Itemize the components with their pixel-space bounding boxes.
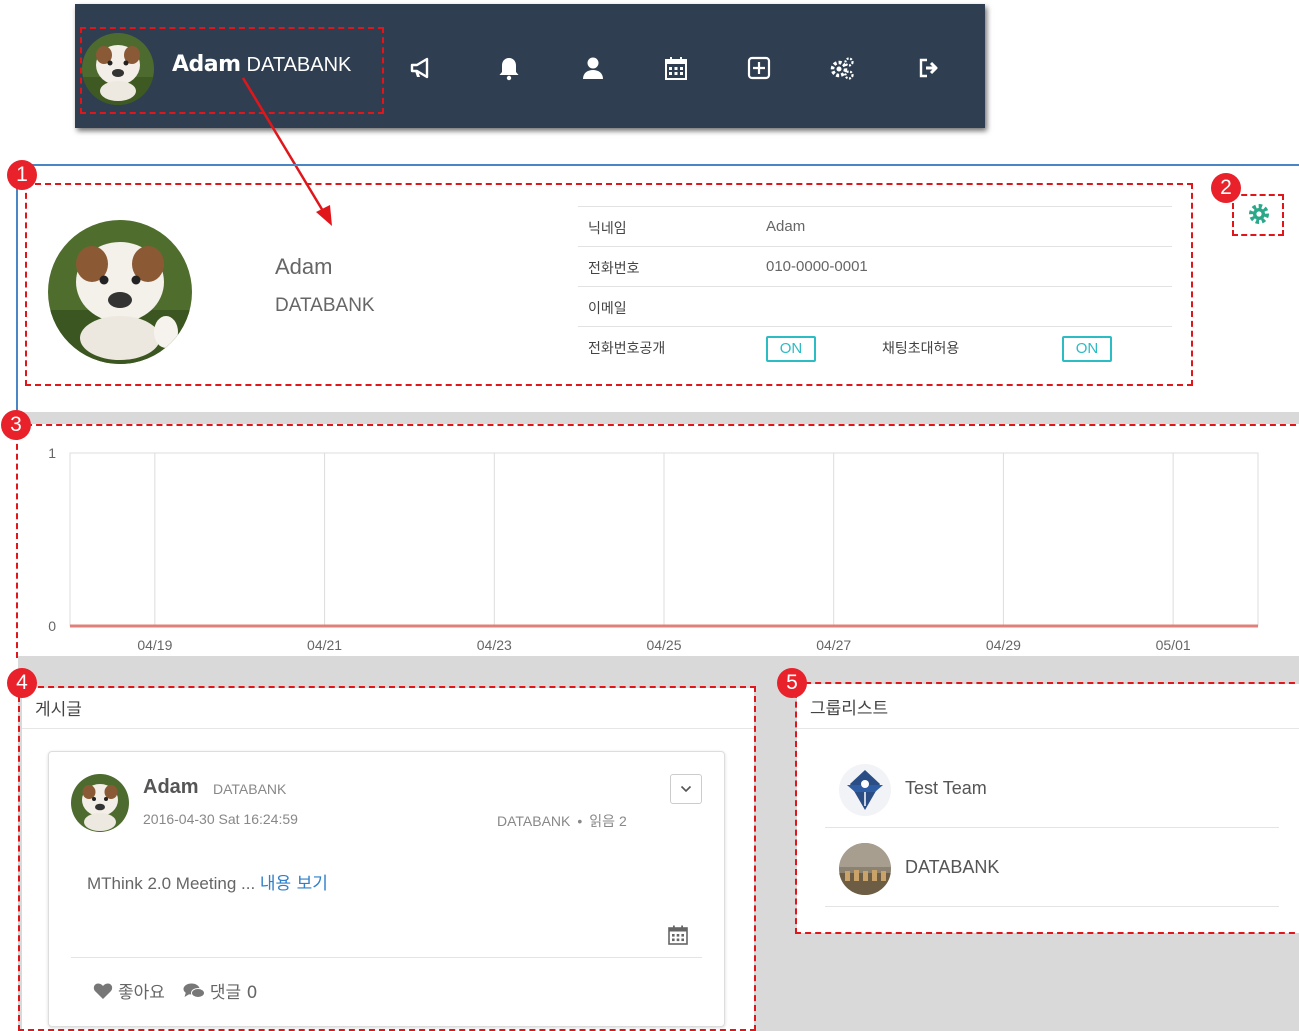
chat-invite-toggle[interactable]: ON	[1062, 336, 1112, 362]
annotation-badge-2: 2	[1211, 173, 1241, 203]
team-logo-icon	[839, 764, 891, 816]
like-button[interactable]: 좋아요	[93, 978, 165, 1003]
y-tick-label: 1	[48, 445, 56, 461]
post-options-button[interactable]	[670, 774, 702, 804]
post-date: 2016-04-30 Sat 16:24:59	[143, 811, 298, 827]
post-meta: DATABANK • 읽음 2	[497, 811, 627, 831]
comment-icon	[183, 983, 205, 998]
activity-chart-svg: 04/19 04/21 04/23 04/25 04/27 04/29 05/01 0 1	[48, 445, 1259, 653]
post-read-count: 읽음 2	[589, 813, 627, 829]
calendar-icon[interactable]	[667, 924, 689, 946]
post-author-org: DATABANK	[213, 781, 287, 797]
post-divider	[71, 957, 702, 958]
read-more-link[interactable]: 내용 보기	[260, 874, 328, 894]
group-item[interactable]: Test Team	[825, 750, 1279, 828]
phone-label: 전화번호	[588, 261, 640, 277]
annotation-badge-1: 1	[7, 160, 37, 190]
group-name: Test Team	[905, 778, 987, 798]
section-divider	[18, 412, 1299, 424]
x-tick-label: 04/21	[307, 637, 342, 653]
like-label: 좋아요	[118, 983, 165, 1003]
posts-panel-title: 게시글	[35, 700, 82, 720]
phone-public-label: 전화번호공개	[588, 341, 666, 357]
gear-icon	[1249, 204, 1269, 224]
info-row-phone: 전화번호 010-0000-0001	[578, 247, 1172, 287]
x-tick-label: 05/01	[1156, 637, 1191, 653]
annotation-badge-3: 3	[1, 410, 31, 440]
y-tick-label: 0	[48, 618, 56, 634]
frame-border-left	[16, 164, 18, 414]
meta-separator-dot: •	[577, 813, 583, 829]
frame-border-top	[16, 164, 1299, 166]
post-author-avatar[interactable]	[71, 774, 129, 832]
phone-value: 010-0000-0001	[766, 258, 868, 275]
post-author-name[interactable]: Adam	[143, 776, 199, 799]
profile-name: Adam	[275, 254, 333, 279]
nickname-value: Adam	[766, 218, 806, 235]
post-group: DATABANK	[497, 813, 571, 829]
group-name: DATABANK	[905, 857, 1000, 877]
nickname-label: 닉네임	[588, 221, 627, 237]
post-body: MThink 2.0 Meeting ... 내용 보기	[87, 869, 328, 894]
info-row-toggles: 전화번호공개 ON 채팅초대허용 ON	[578, 327, 1172, 367]
x-tick-label: 04/27	[816, 637, 851, 653]
group-photo-icon	[839, 843, 891, 895]
settings-gear-button[interactable]	[1245, 200, 1273, 228]
info-row-nickname: 닉네임 Adam	[578, 207, 1172, 247]
post-card: Adam DATABANK 2016-04-30 Sat 16:24:59 DA…	[48, 751, 725, 1027]
annotation-badge-4: 4	[7, 668, 37, 698]
group-item[interactable]: DATABANK	[825, 829, 1279, 907]
post-actions: 좋아요 댓글 0	[93, 978, 275, 1003]
groups-panel-divider	[797, 728, 1299, 729]
chevron-down-icon	[680, 785, 692, 793]
profile-org: DATABANK	[275, 295, 375, 316]
phone-public-toggle[interactable]: ON	[766, 336, 816, 362]
profile-avatar[interactable]	[48, 220, 192, 364]
info-row-email: 이메일	[578, 287, 1172, 327]
heart-icon	[93, 982, 113, 999]
activity-chart: 04/19 04/21 04/23 04/25 04/27 04/29 05/01 0 1	[18, 424, 1299, 656]
post-body-text: MThink 2.0 Meeting ...	[87, 874, 260, 893]
comment-count: 댓글 0	[209, 983, 258, 1003]
x-tick-label: 04/19	[137, 637, 172, 653]
groups-panel-title: 그룹리스트	[810, 699, 889, 719]
profile-info-table: 닉네임 Adam 전화번호 010-0000-0001 이메일 전화번호공개 O…	[578, 206, 1172, 367]
annotation-badge-5: 5	[777, 668, 807, 698]
x-tick-label: 04/25	[646, 637, 681, 653]
x-tick-label: 04/29	[986, 637, 1021, 653]
posts-panel-divider	[22, 728, 754, 729]
email-label: 이메일	[588, 301, 627, 317]
chat-invite-label: 채팅초대허용	[882, 341, 960, 357]
comment-button[interactable]: 댓글 0	[183, 978, 258, 1003]
x-tick-label: 04/23	[477, 637, 512, 653]
